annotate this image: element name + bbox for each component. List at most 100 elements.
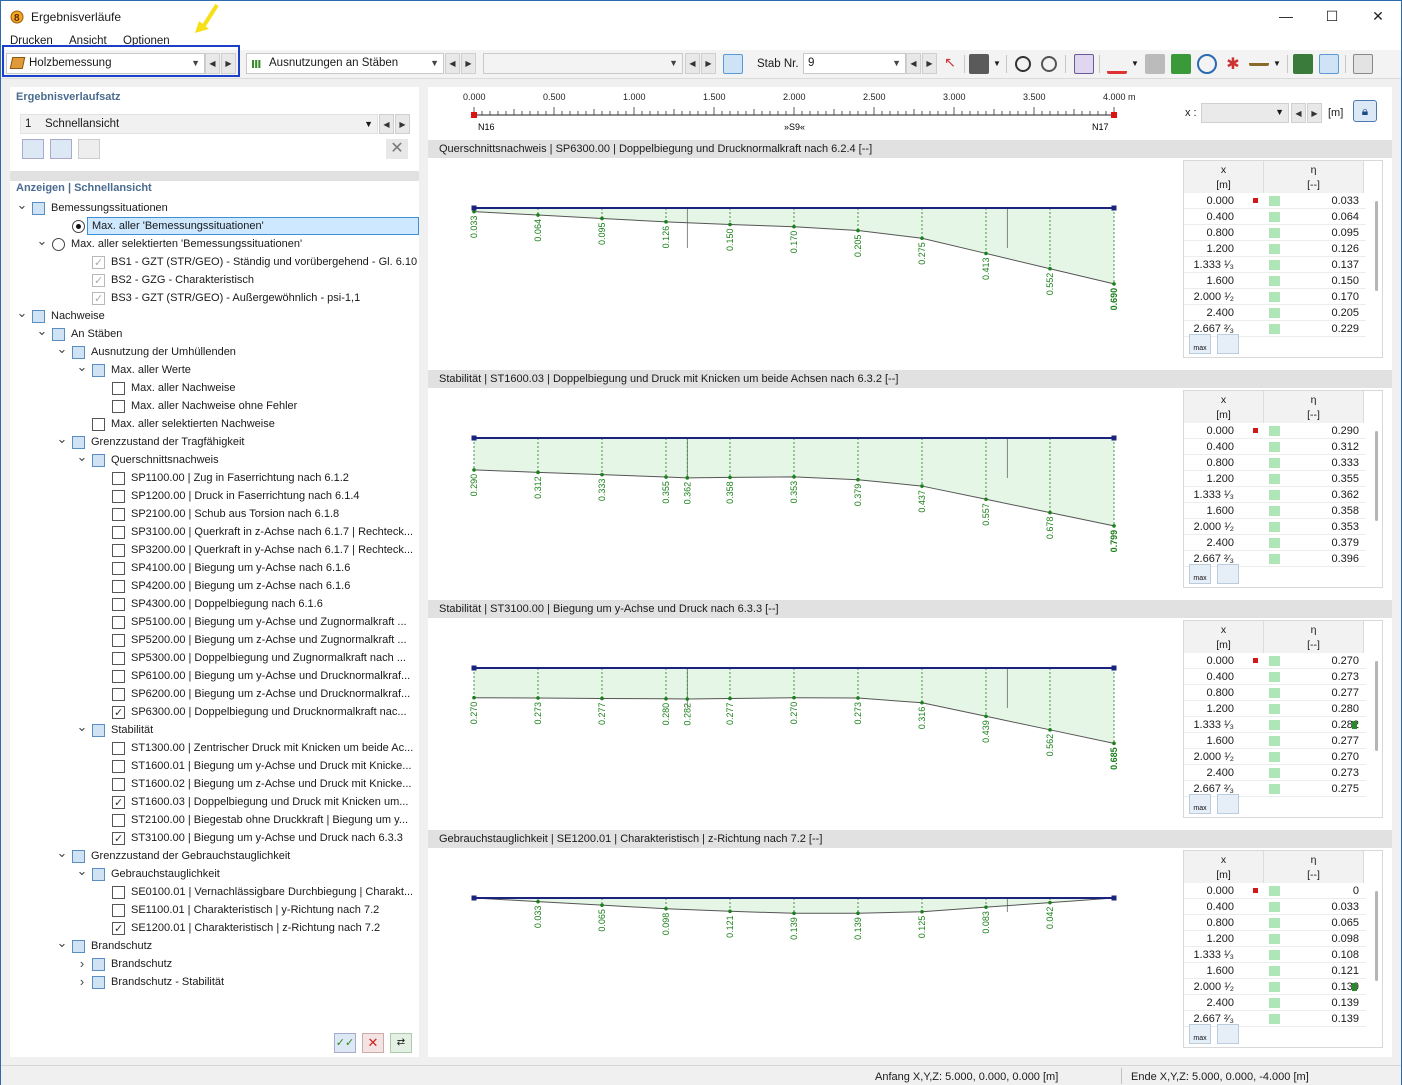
tree-item[interactable]: ST1600.02 | Biegung um z-Achse und Druck… (10, 775, 419, 793)
tree-item[interactable]: SP6300.00 | Doppelbiegung und Drucknorma… (10, 703, 419, 722)
tree-checkbox[interactable] (92, 418, 105, 431)
table-row[interactable]: 2.400 0.205 (1184, 305, 1366, 321)
collapse-icon[interactable]: ⌄ (16, 198, 28, 211)
x-next-button[interactable]: ▶ (1307, 103, 1322, 123)
copy-set-icon[interactable] (50, 139, 72, 159)
table-row[interactable]: 1.200 0.355 (1184, 471, 1366, 487)
tree-item[interactable]: ST2100.00 | Biegestab ohne Druckkraft | … (10, 811, 419, 829)
empty-prev-button[interactable]: ◀ (685, 53, 700, 74)
tree-checkbox[interactable] (112, 580, 125, 593)
tree-item[interactable]: Max. aller 'Bemessungssituationen' (10, 217, 419, 235)
tree-item[interactable]: › Brandschutz - Stabilität (10, 973, 419, 991)
expand-icon[interactable]: › (76, 955, 88, 972)
empty-next-button[interactable]: ▶ (701, 53, 716, 74)
tree-item[interactable]: ⌄ An Stäben (10, 324, 419, 343)
tree-checkbox[interactable] (112, 704, 125, 722)
zoom-in-icon[interactable] (1015, 56, 1031, 72)
table-scrollbar[interactable] (1375, 201, 1378, 291)
tree-checkbox[interactable] (112, 490, 125, 503)
tree-checkbox[interactable] (92, 254, 105, 272)
tree-checkbox[interactable] (112, 830, 125, 848)
collapse-icon[interactable]: ⌄ (76, 450, 88, 463)
tree-checkbox[interactable] (112, 562, 125, 575)
filter-max-icon[interactable]: max (1189, 1024, 1211, 1044)
view-icon[interactable] (1293, 54, 1313, 74)
close-button[interactable]: ✕ (1355, 1, 1401, 32)
tree-item[interactable]: SP4300.00 | Doppelbiegung nach 6.1.6 (10, 595, 419, 613)
tree-item[interactable]: SE1200.01 | Charakteristisch | z-Richtun… (10, 919, 419, 938)
tree-checkbox[interactable] (112, 634, 125, 647)
tree-checkbox[interactable] (92, 290, 105, 308)
collapse-icon[interactable]: ⌄ (16, 306, 28, 319)
tree-radio[interactable] (52, 238, 65, 251)
tree-checkbox[interactable] (92, 272, 105, 290)
set-prev-button[interactable]: ◀ (379, 114, 394, 134)
tree-item[interactable]: ⌄ Max. aller selektierten 'Bemessungssitu… (10, 234, 419, 253)
collapse-icon[interactable]: ⌄ (56, 342, 68, 355)
table-row[interactable]: 2.000 ¹⁄₂ 0.170 (1184, 289, 1366, 305)
tree-checkbox[interactable] (32, 310, 45, 323)
tree-checkbox[interactable] (52, 328, 65, 341)
maximize-button[interactable]: ☐ (1309, 1, 1355, 32)
tree-checkbox[interactable] (112, 886, 125, 899)
tree-checkbox[interactable] (72, 436, 85, 449)
result-prev-button[interactable]: ◀ (445, 53, 460, 74)
set-next-button[interactable]: ▶ (395, 114, 410, 134)
table-row[interactable]: 0.400 0.033 (1184, 899, 1366, 915)
tree-item[interactable]: ST1600.03 | Doppelbiegung und Druck mit … (10, 793, 419, 812)
tree-item[interactable]: SP3100.00 | Querkraft in z-Achse nach 6.… (10, 523, 419, 541)
tree-checkbox[interactable] (72, 940, 85, 953)
tree-checkbox[interactable] (112, 778, 125, 791)
tree-checkbox[interactable] (112, 652, 125, 665)
tree-item[interactable]: ⌄ Grenzzustand der Gebrauchstauglichkeit (10, 846, 419, 865)
tree-checkbox[interactable] (112, 472, 125, 485)
tree-item[interactable]: ⌄ Max. aller Werte (10, 360, 419, 379)
table-row[interactable]: 1.333 ¹⁄₃ 0.282 (1184, 717, 1366, 733)
table-row[interactable]: 2.400 0.139 (1184, 995, 1366, 1011)
tree-item[interactable]: Max. aller Nachweise (10, 379, 419, 397)
tree-item[interactable]: ST3100.00 | Biegung um y-Achse und Druck… (10, 829, 419, 848)
member-next-button[interactable]: ▶ (922, 53, 937, 74)
table-row[interactable]: 0.000 0.033 (1184, 193, 1366, 209)
table-row[interactable]: 2.000 ¹⁄₂ 0.139 (1184, 979, 1366, 995)
tree-checkbox[interactable] (112, 742, 125, 755)
tree-item[interactable]: ⌄ Nachweise (10, 306, 419, 325)
tree-item[interactable]: ⌄ Grenzzustand der Tragfähigkeit (10, 432, 419, 451)
table-row[interactable]: 0.400 0.312 (1184, 439, 1366, 455)
edit-set-icon[interactable] (78, 139, 100, 159)
zoom-out-icon[interactable] (1041, 56, 1057, 72)
tree-checkbox[interactable] (112, 688, 125, 701)
x-prev-button[interactable]: ◀ (1291, 103, 1306, 123)
tree-item[interactable]: ⌄ Stabilität (10, 720, 419, 739)
collapse-icon[interactable]: ⌄ (36, 324, 48, 337)
table-row[interactable]: 1.333 ¹⁄₃ 0.137 (1184, 257, 1366, 273)
table-row[interactable]: 1.200 0.126 (1184, 241, 1366, 257)
tree-item[interactable]: SP6100.00 | Biegung um y-Achse und Druck… (10, 667, 419, 685)
tree-checkbox[interactable] (92, 454, 105, 467)
set-select[interactable]: 1 Schnellansicht ▼ (20, 114, 378, 134)
tree-item[interactable]: SP5200.00 | Biegung um z-Achse und Zugno… (10, 631, 419, 649)
tree-checkbox[interactable] (112, 616, 125, 629)
tree-checkbox[interactable] (112, 382, 125, 395)
tree-checkbox[interactable] (112, 760, 125, 773)
tree-checkbox[interactable] (112, 794, 125, 812)
check-all-icon[interactable]: ✓✓ (334, 1033, 356, 1053)
tree-item[interactable]: BS3 - GZT (STR/GEO) - Außergewöhnlich - … (10, 289, 419, 308)
new-set-icon[interactable] (22, 139, 44, 159)
table-row[interactable]: 0.400 0.064 (1184, 209, 1366, 225)
table-row[interactable]: 2.667 ²⁄₃ 0.139 (1184, 1011, 1366, 1027)
tree-item[interactable]: SE1100.01 | Charakteristisch | y-Richtun… (10, 901, 419, 919)
table-scrollbar[interactable] (1375, 661, 1378, 751)
tree-checkbox[interactable] (92, 976, 105, 989)
display-dropdown-icon[interactable]: ▼ (1131, 59, 1139, 68)
collapse-icon[interactable]: ⌄ (76, 720, 88, 733)
expand-icon[interactable]: › (76, 973, 88, 990)
tree-checkbox[interactable] (92, 868, 105, 881)
filter-max-icon[interactable]: max (1189, 794, 1211, 814)
collapse-icon[interactable]: ⌄ (56, 846, 68, 859)
table-row[interactable]: 2.400 0.273 (1184, 765, 1366, 781)
filter-icon[interactable] (1217, 1024, 1239, 1044)
table-scrollbar[interactable] (1375, 431, 1378, 521)
panel-layout-icon[interactable] (1353, 54, 1373, 74)
line-dropdown-icon[interactable]: ▼ (1273, 59, 1281, 68)
